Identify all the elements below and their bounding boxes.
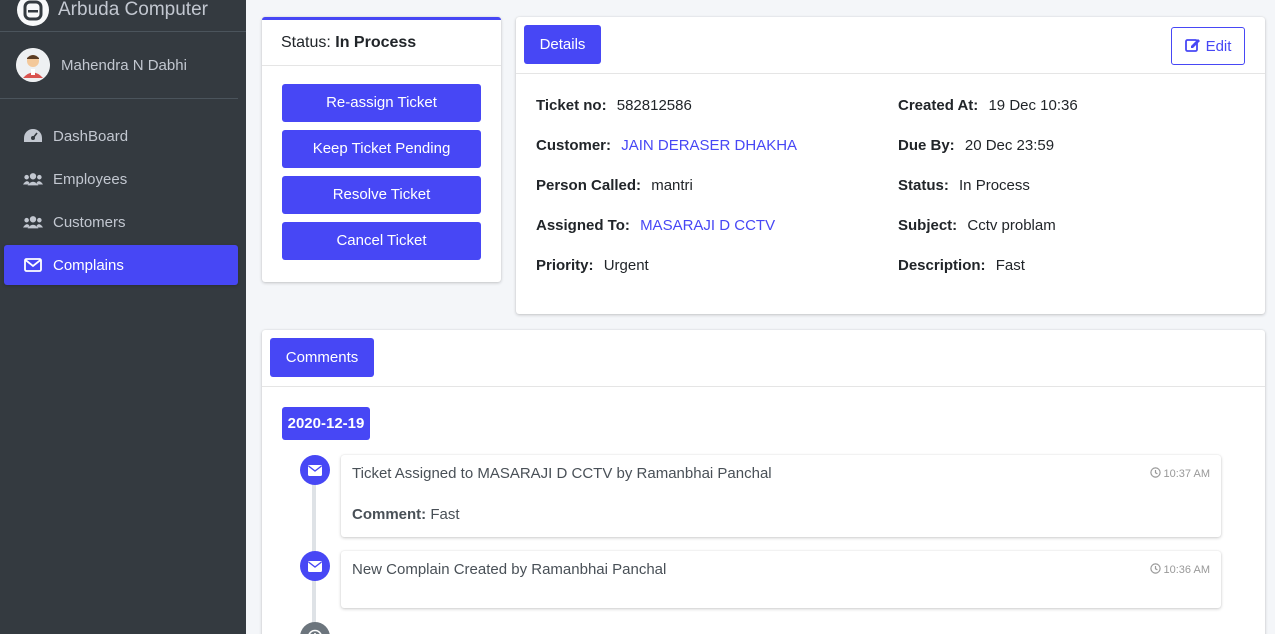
field-key: Status: bbox=[898, 177, 949, 194]
sidebar: Arbuda Computer Mahendra N Dabhi DashBoa… bbox=[0, 0, 246, 634]
edit-button[interactable]: Edit bbox=[1171, 27, 1245, 65]
sidebar-item-employees[interactable]: Employees bbox=[4, 159, 238, 199]
field-value: In Process bbox=[959, 177, 1030, 194]
timeline-item-comment: Comment: Fast bbox=[352, 506, 460, 523]
cancel-ticket-button[interactable]: Cancel Ticket bbox=[282, 222, 481, 260]
field-due-by: Due By: 20 Dec 23:59 bbox=[898, 137, 1054, 154]
field-value: Fast bbox=[995, 257, 1025, 274]
edit-icon bbox=[1184, 37, 1201, 56]
envelope-icon bbox=[300, 551, 330, 581]
field-value: 19 Dec 10:36 bbox=[988, 97, 1078, 114]
details-header: Details Edit bbox=[516, 17, 1265, 74]
status-label: Status: bbox=[281, 34, 331, 51]
assignee-link[interactable]: MASARAJI D CCTV bbox=[640, 217, 775, 234]
sidebar-item-dashboard[interactable]: DashBoard bbox=[4, 116, 238, 156]
brand[interactable]: Arbuda Computer bbox=[0, 0, 246, 32]
status-header: Status: In Process bbox=[262, 20, 501, 66]
field-key: Description: bbox=[898, 257, 986, 274]
sidebar-item-label: Employees bbox=[53, 170, 128, 188]
field-created-at: Created At: 19 Dec 10:36 bbox=[898, 97, 1078, 114]
reassign-ticket-button[interactable]: Re-assign Ticket bbox=[282, 84, 481, 122]
field-key: Created At: bbox=[898, 97, 979, 114]
sidebar-item-label: Customers bbox=[53, 213, 126, 231]
dashboard-icon bbox=[23, 128, 43, 144]
field-description: Description: Fast bbox=[898, 257, 1025, 274]
clock-icon bbox=[1149, 563, 1161, 577]
field-value: 582812586 bbox=[616, 97, 692, 114]
field-key: Priority: bbox=[536, 257, 594, 274]
timeline-item-time: 10:37 AM bbox=[1149, 467, 1210, 481]
customer-link[interactable]: JAIN DERASER DHAKHA bbox=[621, 137, 797, 154]
field-value: Cctv problam bbox=[967, 217, 1056, 234]
field-key: Subject: bbox=[898, 217, 958, 234]
comments-header: Comments bbox=[262, 330, 1265, 387]
field-key: Person Called: bbox=[536, 177, 642, 194]
time-text: 10:37 AM bbox=[1163, 468, 1210, 480]
comment-label: Comment: bbox=[352, 506, 427, 523]
sidebar-item-complains[interactable]: Complains bbox=[4, 245, 238, 285]
field-assigned-to: Assigned To: MASARAJI D CCTV bbox=[536, 217, 775, 234]
field-person-called: Person Called: mantri bbox=[536, 177, 693, 194]
envelope-icon bbox=[23, 258, 43, 272]
keep-pending-button[interactable]: Keep Ticket Pending bbox=[282, 130, 481, 168]
details-card: Details Edit Ticket no: 582812586 Custom… bbox=[516, 17, 1265, 314]
timeline-item-title: Ticket Assigned to MASARAJI D CCTV by Ra… bbox=[352, 465, 772, 482]
field-customer: Customer: JAIN DERASER DHAKHA bbox=[536, 137, 797, 154]
timeline-item-time: 10:36 AM bbox=[1149, 563, 1210, 577]
field-ticket-no: Ticket no: 582812586 bbox=[536, 97, 692, 114]
resolve-ticket-button[interactable]: Resolve Ticket bbox=[282, 176, 481, 214]
sidebar-item-customers[interactable]: Customers bbox=[4, 202, 238, 242]
field-value: mantri bbox=[651, 177, 693, 194]
field-key: Due By: bbox=[898, 137, 955, 154]
action-buttons: Re-assign Ticket Keep Ticket Pending Res… bbox=[262, 66, 501, 260]
users-icon bbox=[23, 215, 43, 229]
field-priority: Priority: Urgent bbox=[536, 257, 649, 274]
sidebar-item-label: DashBoard bbox=[53, 127, 129, 145]
timeline-item: New Complain Created by Ramanbhai Pancha… bbox=[341, 551, 1221, 608]
field-key: Ticket no: bbox=[536, 97, 607, 114]
field-value: 20 Dec 23:59 bbox=[964, 137, 1055, 154]
brand-logo-icon bbox=[17, 0, 49, 26]
avatar bbox=[16, 48, 50, 82]
tab-comments[interactable]: Comments bbox=[270, 338, 374, 377]
field-status: Status: In Process bbox=[898, 177, 1030, 194]
field-key: Customer: bbox=[536, 137, 612, 154]
edit-label: Edit bbox=[1205, 37, 1232, 55]
comments-card: Comments 2020-12-19 Ticket Assigned to M… bbox=[262, 330, 1265, 634]
timeline-item-title: New Complain Created by Ramanbhai Pancha… bbox=[352, 561, 667, 578]
brand-name: Arbuda Computer bbox=[58, 0, 208, 20]
clock-icon bbox=[300, 622, 330, 634]
sidebar-item-label: Complains bbox=[53, 256, 124, 274]
timeline-date-label: 2020-12-19 bbox=[282, 407, 370, 440]
time-text: 10:36 AM bbox=[1163, 564, 1210, 576]
comment-text: Fast bbox=[430, 506, 460, 523]
field-value: Urgent bbox=[603, 257, 649, 274]
status-card: Status: In Process Re-assign Ticket Keep… bbox=[262, 17, 501, 282]
timeline-item: Ticket Assigned to MASARAJI D CCTV by Ra… bbox=[341, 455, 1221, 537]
field-key: Assigned To: bbox=[536, 217, 630, 234]
users-icon bbox=[23, 172, 43, 186]
user-panel[interactable]: Mahendra N Dabhi bbox=[0, 32, 238, 99]
envelope-icon bbox=[300, 455, 330, 485]
tab-details[interactable]: Details bbox=[524, 25, 601, 64]
sidebar-nav: DashBoard Employees Customers Complains bbox=[0, 99, 246, 285]
clock-icon bbox=[1149, 467, 1161, 481]
field-subject: Subject: Cctv problam bbox=[898, 217, 1056, 234]
user-name: Mahendra N Dabhi bbox=[61, 56, 187, 74]
status-value: In Process bbox=[335, 34, 417, 51]
